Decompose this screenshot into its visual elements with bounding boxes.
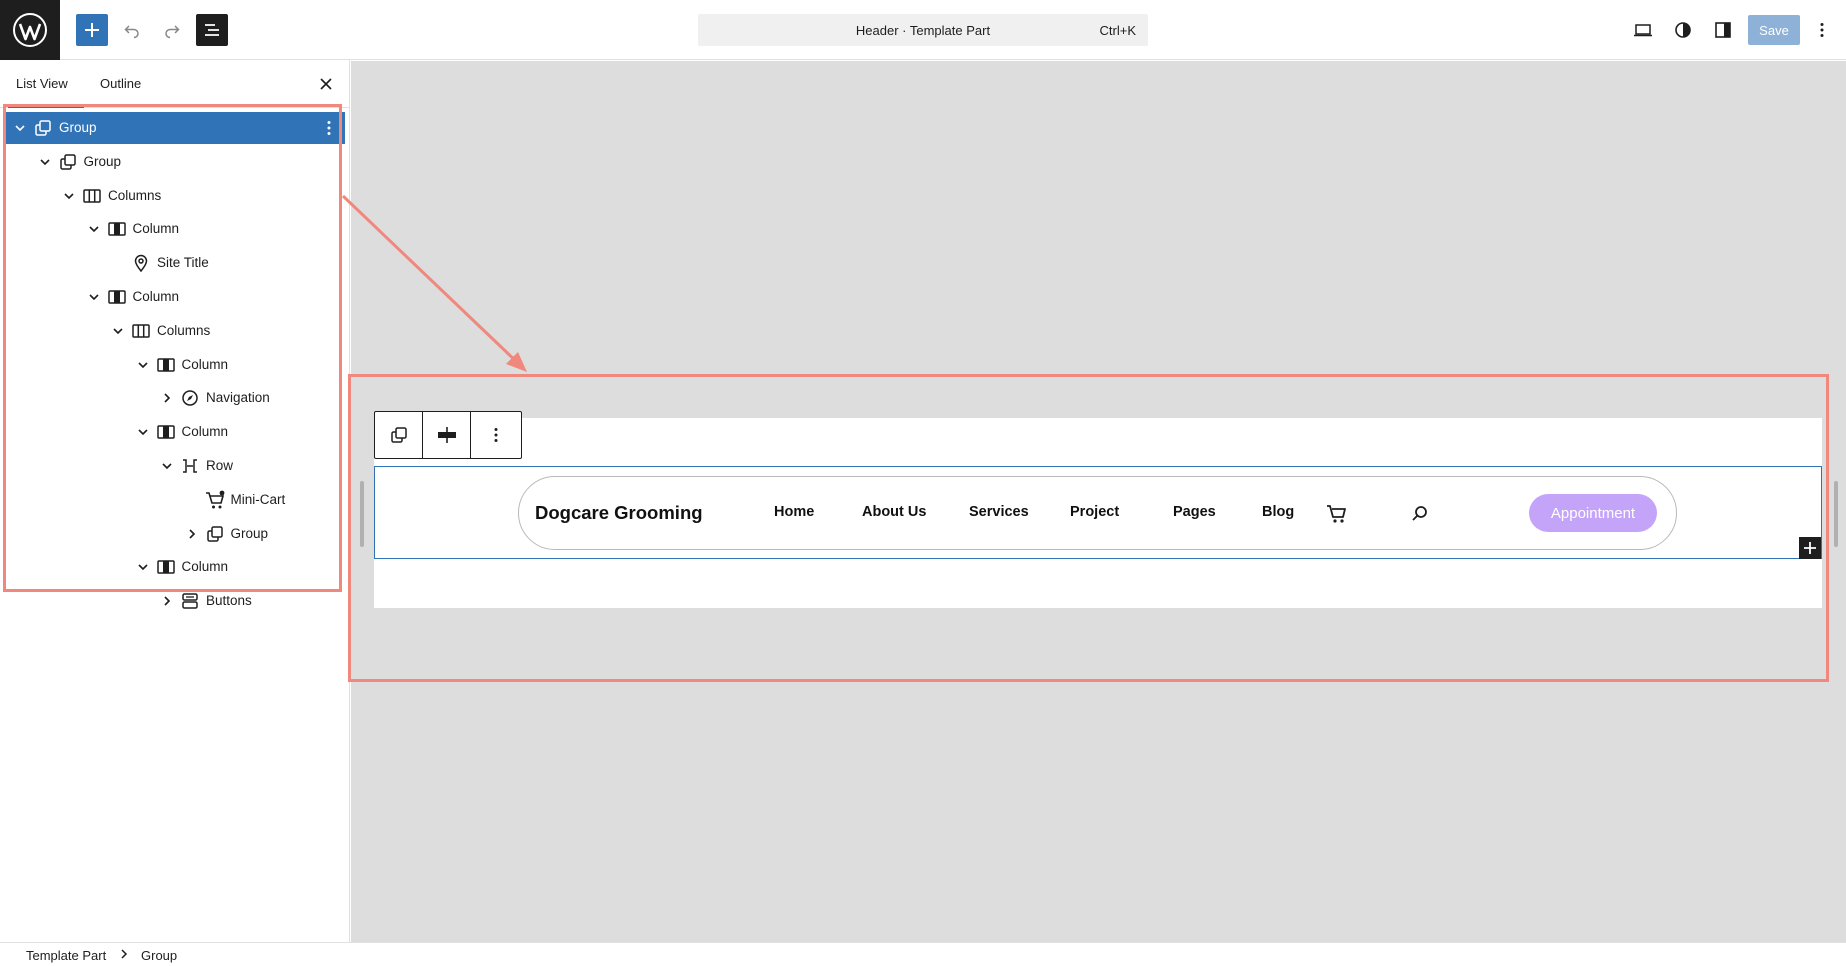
close-icon (320, 78, 332, 90)
undo-button[interactable] (116, 14, 148, 46)
redo-button[interactable] (156, 14, 188, 46)
tab-list-view[interactable]: List View (16, 76, 68, 91)
editor-header: Header · Template Part Ctrl+K Save (0, 0, 1846, 60)
wordpress-icon (13, 13, 47, 47)
close-sidebar-button[interactable] (316, 74, 336, 94)
wordpress-logo-button[interactable] (0, 0, 60, 60)
view-button[interactable] (1627, 14, 1659, 46)
buttons-icon (182, 593, 198, 609)
save-button[interactable]: Save (1748, 15, 1800, 45)
command-palette-bar[interactable]: Header · Template Part Ctrl+K (698, 14, 1148, 46)
block-inserter-button[interactable] (76, 14, 108, 46)
options-button[interactable] (1806, 14, 1838, 46)
styles-button[interactable] (1667, 14, 1699, 46)
sidebar-icon (1715, 22, 1731, 38)
redo-icon (165, 25, 180, 39)
more-vertical-icon (1820, 23, 1824, 37)
chevron-right-icon (121, 949, 128, 959)
list-view-item-label: Buttons (206, 593, 252, 609)
block-breadcrumb: Template Part Group (0, 942, 1846, 966)
document-title: Header · Template Part (855, 23, 991, 38)
plus-icon (85, 23, 99, 37)
undo-icon (124, 25, 139, 39)
sidebar-tabs: List View Outline (0, 60, 349, 108)
keyboard-shortcut: Ctrl+K (1099, 23, 1136, 38)
document-overview-button[interactable] (196, 14, 228, 46)
chevron-right-icon[interactable] (159, 593, 175, 609)
list-view-icon (205, 24, 219, 36)
breadcrumb-template-part[interactable]: Template Part (26, 948, 106, 963)
contrast-icon (1675, 22, 1691, 38)
settings-sidebar-button[interactable] (1707, 14, 1739, 46)
tab-outline[interactable]: Outline (100, 76, 141, 91)
desktop-icon (1634, 24, 1652, 37)
breadcrumb-group[interactable]: Group (141, 948, 177, 963)
annotation-box-canvas (348, 374, 1829, 682)
resize-handle-right[interactable] (1834, 481, 1838, 547)
annotation-box-list-view (3, 104, 342, 592)
